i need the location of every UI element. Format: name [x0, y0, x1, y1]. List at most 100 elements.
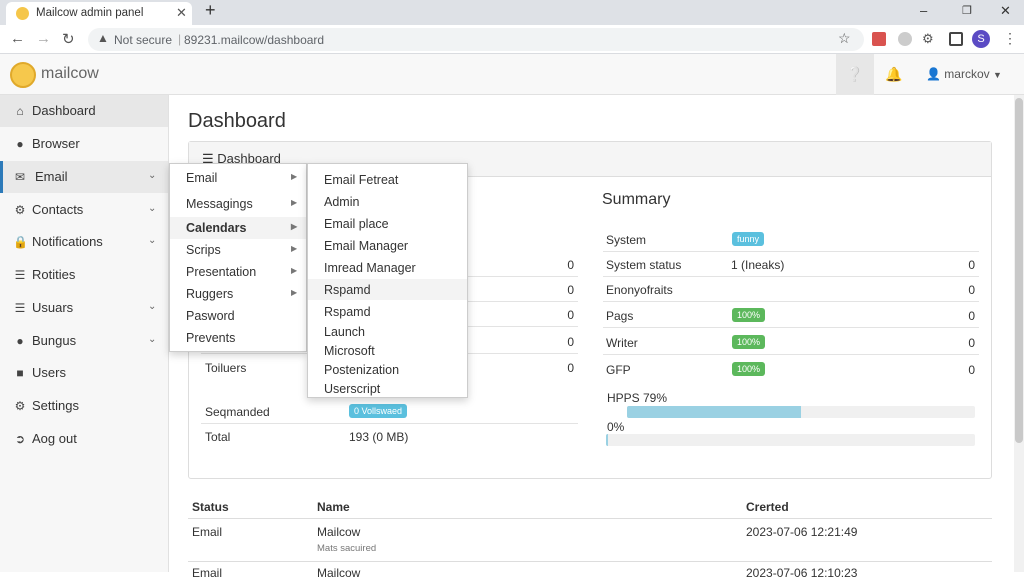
tab-close-icon[interactable]: ✕	[176, 5, 187, 21]
submenu-item[interactable]: Email Fetreat	[308, 169, 467, 190]
submenu-item[interactable]: Imread Manager	[308, 257, 467, 278]
side-panel-icon[interactable]	[949, 32, 963, 46]
column-header-name[interactable]: Name	[317, 500, 350, 514]
tab-title: Mailcow admin panel	[36, 7, 144, 19]
email-submenu: Email Fetreat Admin Email place Email Ma…	[307, 163, 468, 398]
reload-icon[interactable]: ↻	[62, 30, 75, 48]
new-tab-button[interactable]: +	[205, 0, 216, 21]
zero-progress-bar	[606, 434, 975, 446]
arrow-right-icon: ▶	[291, 198, 298, 207]
scrollbar-thumb[interactable]	[1015, 98, 1023, 443]
menu-item-messagings[interactable]: Messagings ▶	[170, 193, 306, 215]
menu-item-presentation[interactable]: Presentation ▶	[170, 261, 306, 283]
sidebar-item-label: Aog out	[32, 431, 77, 446]
column-header-status[interactable]: Status	[192, 500, 229, 514]
chevron-down-icon: ⌄	[148, 203, 157, 214]
submenu-item[interactable]: Rspamd	[308, 301, 467, 322]
summary-row: Writer 100% 0	[603, 330, 979, 355]
row-subtext: Mats sacuired	[317, 543, 377, 554]
extensions-puzzle-icon[interactable]: ⚙	[922, 31, 934, 47]
minimize-icon[interactable]: –	[920, 3, 927, 18]
menu-item-prevents[interactable]: Prevents	[170, 327, 306, 349]
menu-item-email[interactable]: Email ▶	[170, 167, 306, 189]
arrow-right-icon: ▶	[291, 244, 298, 253]
window-close-icon[interactable]: ✕	[1000, 3, 1011, 19]
summary-title: Summary	[602, 191, 671, 208]
menu-item-scrips[interactable]: Scrips ▶	[170, 239, 306, 261]
submenu-item[interactable]: Userscript	[308, 378, 467, 399]
stat-row-seqmanded: Seqmanded 0 Vollswaed	[201, 399, 578, 424]
sidebar-item-settings[interactable]: ⚙ Settings	[0, 390, 168, 422]
submenu-item[interactable]: Launch	[308, 321, 467, 342]
sidebar-item-dashboard[interactable]: ⌂ Dashboard	[0, 95, 168, 127]
mailcow-logo-icon[interactable]	[10, 62, 36, 88]
sidebar-item-label: Rotities	[32, 267, 76, 282]
sidebar-item-label: Contacts	[32, 202, 84, 217]
sidebar-item-bungus[interactable]: ● Bungus ⌄	[0, 325, 168, 357]
envelope-icon: ✉	[14, 170, 26, 184]
sidebar-item-rotities[interactable]: ☰ Rotities	[0, 259, 168, 291]
gear-icon: ⚙	[14, 399, 26, 413]
table-divider	[188, 561, 992, 562]
warning-icon[interactable]: ▲	[97, 31, 109, 45]
help-icon[interactable]: ❔	[836, 54, 874, 95]
menu-item-calendars[interactable]: Calendars ▶	[170, 217, 306, 239]
row-name[interactable]: Mailcow	[317, 566, 360, 580]
chevron-down-icon: ⌄	[148, 170, 157, 181]
summary-row: GFP 100% 0	[606, 362, 975, 377]
status-badge: 0 Vollswaed	[349, 404, 408, 418]
security-label[interactable]: Not secure	[114, 33, 172, 47]
browser-tab-bar: Mailcow admin panel ✕ + – ❐ ✕	[0, 0, 1024, 25]
sidebar-item-logout[interactable]: ➲ Aog out	[0, 423, 168, 455]
zero-progress-fill	[606, 434, 608, 446]
column-header-created[interactable]: Crerted	[746, 500, 789, 514]
stat-label: Seqmanded	[205, 405, 270, 419]
row-created: 2023-07-06 12:10:23	[746, 566, 858, 580]
sidebar-item-label: Users	[32, 365, 66, 380]
sidebar-item-browser[interactable]: ● Browser	[0, 128, 168, 160]
back-icon[interactable]: ←	[10, 30, 25, 47]
summary-row: Pags 100% 0	[603, 303, 979, 328]
bookmark-star-icon[interactable]: ☆	[838, 30, 851, 47]
extension-red-icon[interactable]	[872, 32, 886, 46]
app-header: mailcow ❔ 🔔 👤 marckov ▼	[0, 54, 1024, 95]
profile-avatar[interactable]: S	[972, 30, 990, 48]
browser-tab[interactable]: Mailcow admin panel ✕	[6, 2, 192, 25]
table-divider	[188, 518, 992, 519]
stat-row-total: Total 193 (0 MB)	[201, 424, 578, 449]
submenu-item[interactable]: Admin	[308, 191, 467, 212]
row-name[interactable]: Mailcow	[317, 525, 360, 539]
submenu-item[interactable]: Email Manager	[308, 235, 467, 256]
sidebar-item-label: Email	[35, 169, 68, 184]
submenu-item[interactable]: Rspamd	[308, 279, 467, 300]
browser-menu-icon[interactable]: ⋮	[1003, 30, 1017, 47]
submenu-item[interactable]: Postenization	[308, 359, 467, 380]
menu-item-ruggers[interactable]: Ruggers ▶	[170, 283, 306, 305]
status-badge: funny	[732, 232, 765, 246]
page-title: Dashboard	[188, 110, 286, 132]
sidebar-item-users[interactable]: ■ Users	[0, 357, 168, 389]
user-menu[interactable]: 👤 marckov ▼	[926, 67, 1002, 81]
sidebar-item-notifications[interactable]: 🔒 Notifications ⌄	[0, 226, 168, 258]
forward-icon[interactable]: →	[36, 30, 51, 47]
bell-icon[interactable]: 🔔	[884, 54, 904, 95]
url-text[interactable]: 89231.mailcow/dashboard	[184, 33, 324, 47]
submenu-item[interactable]: Email place	[308, 213, 467, 234]
menu-item-pasword[interactable]: Pasword	[170, 305, 306, 327]
restore-icon[interactable]: ❐	[962, 4, 972, 17]
zero-label: 0%	[607, 420, 625, 434]
sidebar-item-contacts[interactable]: ⚙ Contacts ⌄	[0, 194, 168, 226]
row-status: Email	[192, 566, 223, 580]
mailcow-favicon-icon	[16, 7, 29, 20]
hpps-progress-bar	[627, 406, 975, 418]
chevron-down-icon: ⌄	[148, 235, 157, 246]
submenu-item[interactable]: Microsoft	[308, 340, 467, 361]
address-bar[interactable]: ▲ Not secure | 89231.mailcow/dashboard ☆	[88, 28, 864, 51]
sidebar-item-usuars[interactable]: ☰ Usuars ⌄	[0, 292, 168, 324]
sidebar-item-email[interactable]: ✉ Email ⌄	[0, 161, 168, 193]
file-icon: ■	[16, 366, 24, 380]
home-icon: ⌂	[16, 104, 24, 118]
stat-label: Toiluers	[205, 361, 247, 375]
extension-shield-icon[interactable]	[898, 32, 912, 46]
brand-name[interactable]: mailcow	[41, 65, 99, 83]
